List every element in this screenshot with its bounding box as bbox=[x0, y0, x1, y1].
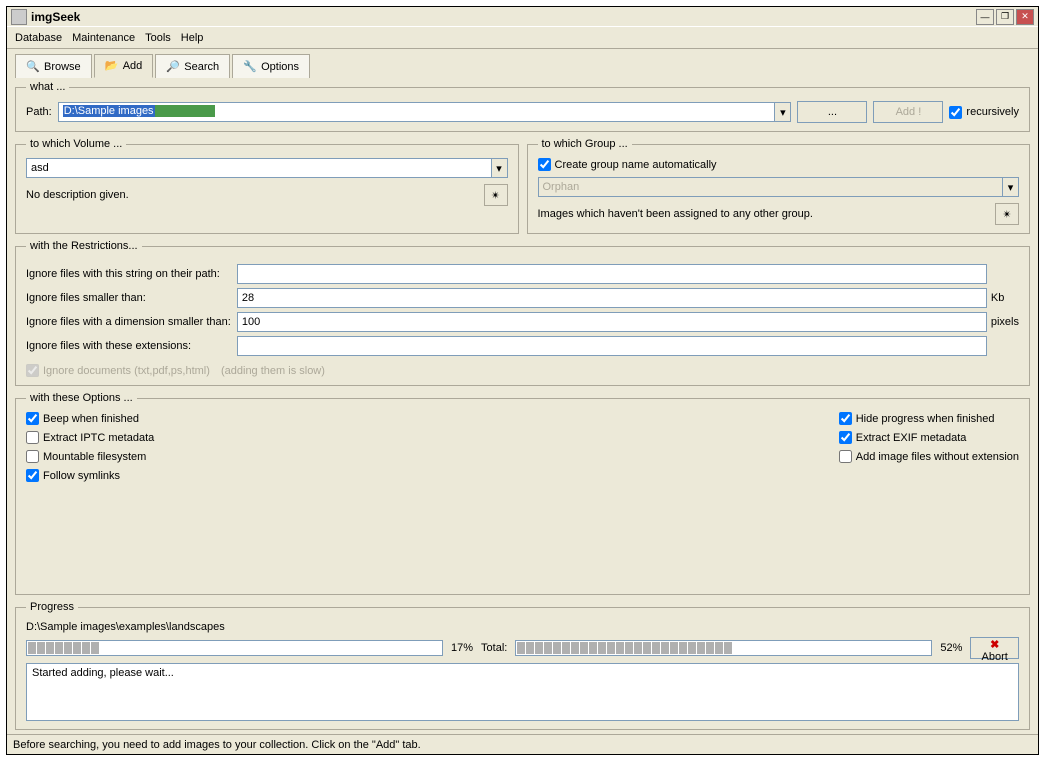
path-input[interactable]: D:\Sample images bbox=[58, 102, 776, 122]
ignore-ext-input[interactable] bbox=[237, 336, 987, 356]
ignore-smaller-input[interactable] bbox=[237, 288, 987, 308]
ignore-smaller-unit: Kb bbox=[987, 288, 1019, 308]
menu-tools[interactable]: Tools bbox=[145, 32, 171, 44]
group-legend: to which Group ... bbox=[538, 138, 632, 150]
progress-current-path: D:\Sample images\examples\landscapes bbox=[26, 621, 1019, 633]
menu-database[interactable]: Database bbox=[15, 32, 62, 44]
opt-noext[interactable] bbox=[839, 450, 852, 463]
volume-combo[interactable] bbox=[26, 158, 492, 178]
group-combo bbox=[538, 177, 1004, 197]
opt-iptc[interactable] bbox=[26, 431, 39, 444]
group-auto-label: Create group name automatically bbox=[555, 159, 717, 171]
add-icon: 📂 bbox=[105, 59, 119, 73]
add-button[interactable]: Add ! bbox=[873, 101, 943, 123]
ignore-docs-wrap: Ignore documents (txt,pdf,ps,html) (addi… bbox=[26, 364, 1019, 377]
tab-search[interactable]: 🔎 Search bbox=[155, 54, 230, 78]
opt-exif[interactable] bbox=[839, 431, 852, 444]
group-dropdown-arrow: ▾ bbox=[1003, 177, 1019, 197]
volume-new-button[interactable]: ✴ bbox=[484, 184, 508, 206]
browse-icon: 🔍 bbox=[26, 60, 40, 74]
opt-symlinks-wrap[interactable]: Follow symlinks bbox=[26, 469, 839, 482]
ignore-path-label: Ignore files with this string on their p… bbox=[26, 264, 237, 284]
ignore-docs-hint: (adding them is slow) bbox=[221, 365, 325, 377]
progress-bar-current bbox=[26, 640, 443, 656]
ignore-smaller-label: Ignore files smaller than: bbox=[26, 288, 237, 308]
browse-button[interactable]: ... bbox=[797, 101, 867, 123]
maximize-button[interactable]: ❐ bbox=[996, 9, 1014, 25]
ignore-dim-label: Ignore files with a dimension smaller th… bbox=[26, 312, 237, 332]
tab-add[interactable]: 📂 Add bbox=[94, 54, 154, 78]
opt-beep[interactable] bbox=[26, 412, 39, 425]
group-panel: to which Group ... Create group name aut… bbox=[527, 138, 1031, 234]
opt-symlinks[interactable] bbox=[26, 469, 39, 482]
ignore-docs-label: Ignore documents (txt,pdf,ps,html) bbox=[43, 365, 210, 377]
menubar: Database Maintenance Tools Help bbox=[7, 27, 1038, 49]
titlebar: imgSeek — ❐ ✕ bbox=[7, 7, 1038, 27]
opt-iptc-wrap[interactable]: Extract IPTC metadata bbox=[26, 431, 839, 444]
options-icon: 🔧 bbox=[243, 60, 257, 74]
search-icon: 🔎 bbox=[166, 60, 180, 74]
recursively-checkbox-wrap[interactable]: recursively bbox=[949, 106, 1019, 119]
progress-panel: Progress D:\Sample images\examples\lands… bbox=[15, 601, 1030, 730]
tab-label: Browse bbox=[44, 61, 81, 73]
what-panel: what ... Path: D:\Sample images ▾ ... Ad… bbox=[15, 81, 1030, 132]
tab-label: Search bbox=[184, 61, 219, 73]
ignore-dim-unit: pixels bbox=[987, 312, 1019, 332]
recursively-label: recursively bbox=[966, 106, 1019, 118]
progress-total-label: Total: bbox=[481, 642, 507, 654]
opt-hide-progress[interactable] bbox=[839, 412, 852, 425]
status-text: Before searching, you need to add images… bbox=[13, 739, 421, 751]
volume-panel: to which Volume ... ▾ No description giv… bbox=[15, 138, 519, 234]
group-desc: Images which haven't been assigned to an… bbox=[538, 208, 990, 220]
progress-legend: Progress bbox=[26, 601, 78, 613]
ignore-docs-checkbox bbox=[26, 364, 39, 377]
opt-exif-wrap[interactable]: Extract EXIF metadata bbox=[839, 431, 1019, 444]
group-auto-checkbox[interactable] bbox=[538, 158, 551, 171]
opt-mountable-wrap[interactable]: Mountable filesystem bbox=[26, 450, 839, 463]
main-tabs: 🔍 Browse 📂 Add 🔎 Search 🔧 Options bbox=[15, 53, 1030, 77]
window-title: imgSeek bbox=[31, 10, 976, 24]
path-label: Path: bbox=[26, 106, 52, 118]
app-icon bbox=[11, 9, 27, 25]
volume-desc: No description given. bbox=[26, 189, 478, 201]
what-legend: what ... bbox=[26, 81, 69, 93]
recursively-checkbox[interactable] bbox=[949, 106, 962, 119]
opt-hide-progress-wrap[interactable]: Hide progress when finished bbox=[839, 412, 1019, 425]
opt-noext-wrap[interactable]: Add image files without extension bbox=[839, 450, 1019, 463]
group-auto-wrap[interactable]: Create group name automatically bbox=[538, 158, 1020, 171]
opt-beep-wrap[interactable]: Beep when finished bbox=[26, 412, 839, 425]
tab-label: Options bbox=[261, 61, 299, 73]
progress-bar-total bbox=[515, 640, 932, 656]
tab-browse[interactable]: 🔍 Browse bbox=[15, 54, 92, 78]
options-legend: with these Options ... bbox=[26, 392, 137, 404]
opt-mountable[interactable] bbox=[26, 450, 39, 463]
progress-total-percent: 52% bbox=[940, 642, 962, 654]
restrictions-panel: with the Restrictions... Ignore files wi… bbox=[15, 240, 1030, 386]
close-button[interactable]: ✕ bbox=[1016, 9, 1034, 25]
ignore-dim-input[interactable] bbox=[237, 312, 987, 332]
abort-icon: ✖ bbox=[990, 639, 999, 651]
progress-log: Started adding, please wait... bbox=[26, 663, 1019, 721]
tab-label: Add bbox=[123, 60, 143, 72]
menu-maintenance[interactable]: Maintenance bbox=[72, 32, 135, 44]
volume-dropdown-arrow[interactable]: ▾ bbox=[492, 158, 508, 178]
group-new-button[interactable]: ✴ bbox=[995, 203, 1019, 225]
path-dropdown-arrow[interactable]: ▾ bbox=[775, 102, 791, 122]
tab-options[interactable]: 🔧 Options bbox=[232, 54, 310, 78]
ignore-ext-label: Ignore files with these extensions: bbox=[26, 336, 237, 356]
abort-button[interactable]: ✖ Abort bbox=[970, 637, 1019, 659]
volume-legend: to which Volume ... bbox=[26, 138, 126, 150]
progress-current-percent: 17% bbox=[451, 642, 473, 654]
restrictions-legend: with the Restrictions... bbox=[26, 240, 142, 252]
statusbar: Before searching, you need to add images… bbox=[7, 734, 1038, 754]
ignore-path-input[interactable] bbox=[237, 264, 987, 284]
menu-help[interactable]: Help bbox=[181, 32, 204, 44]
options-panel: with these Options ... Beep when finishe… bbox=[15, 392, 1030, 595]
minimize-button[interactable]: — bbox=[976, 9, 994, 25]
